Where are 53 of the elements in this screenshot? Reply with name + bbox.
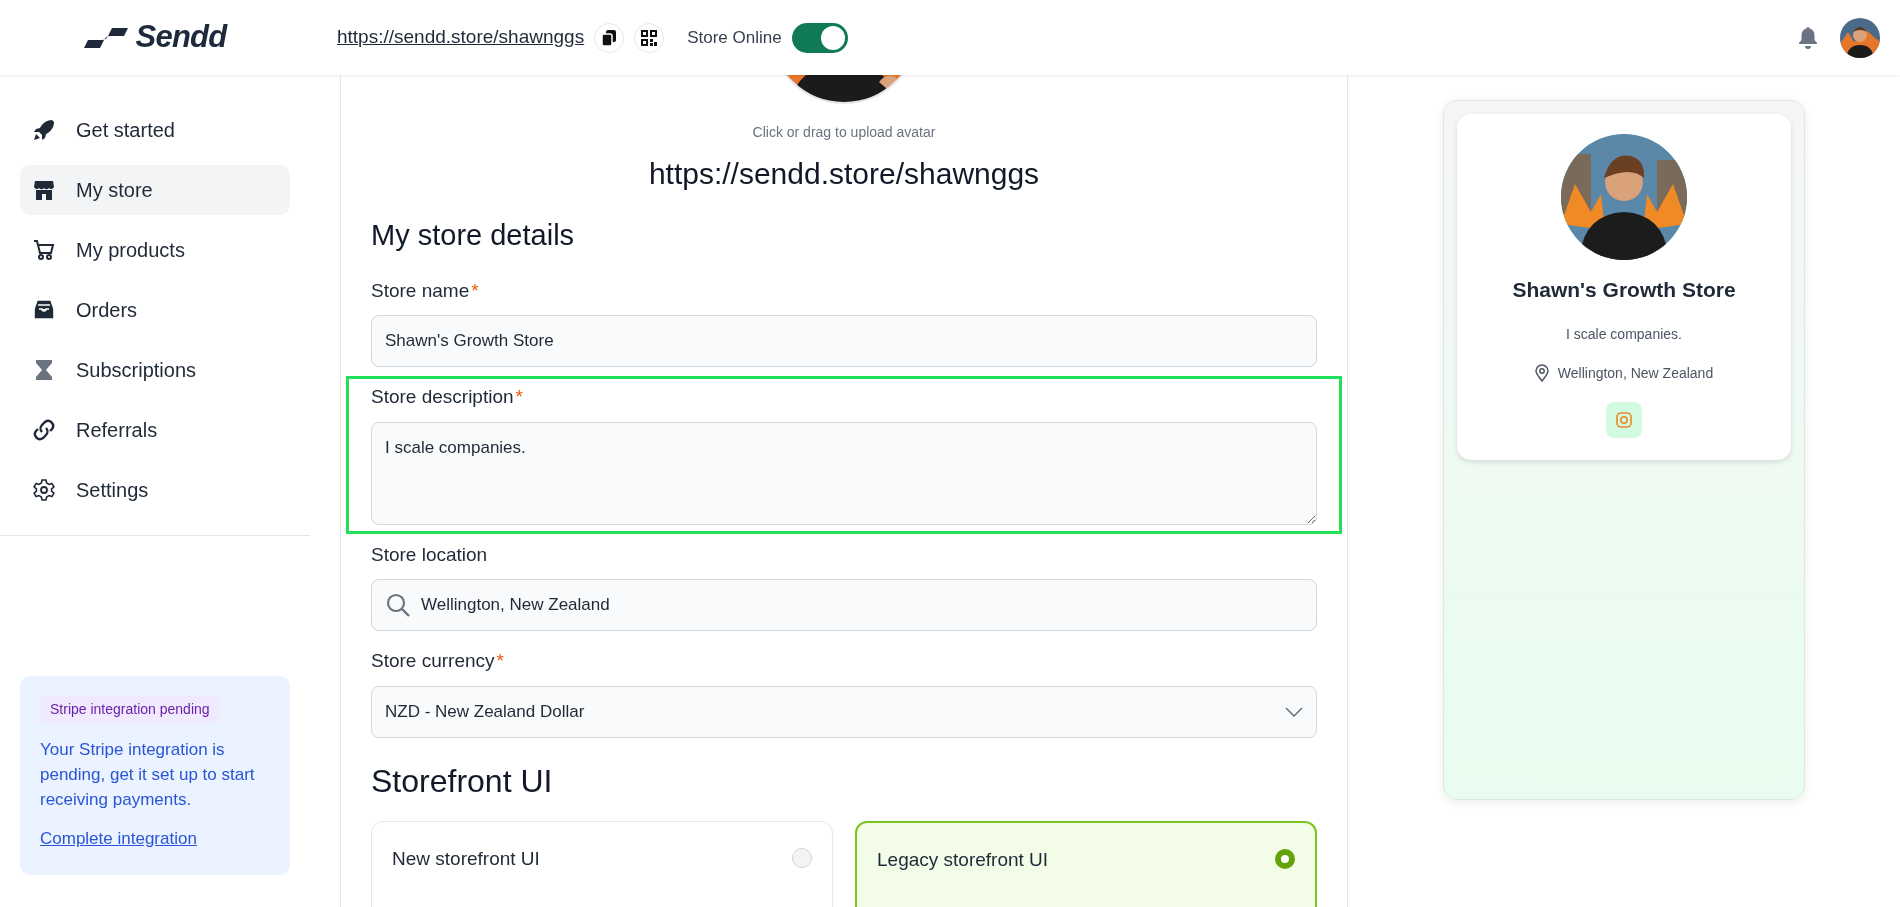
copy-icon bbox=[602, 29, 617, 46]
avatar-hint: Click or drag to upload avatar bbox=[752, 123, 936, 142]
radio-button[interactable] bbox=[1275, 848, 1295, 869]
inbox-icon bbox=[32, 298, 56, 322]
link-icon bbox=[32, 418, 56, 442]
required-mark: * bbox=[515, 385, 523, 409]
complete-integration-link[interactable]: Complete integration bbox=[40, 825, 197, 851]
storefront-option[interactable]: New storefront UI bbox=[371, 820, 833, 907]
location-pin-icon bbox=[1534, 364, 1549, 382]
field-label: Store description bbox=[371, 385, 514, 409]
currency-select[interactable]: NZD - New Zealand Dollar bbox=[371, 685, 1317, 738]
logo-text: Sendd bbox=[135, 18, 227, 57]
store-name-field[interactable]: Shawn's Growth Store bbox=[371, 315, 1317, 367]
store-status-label: Store Online bbox=[687, 26, 782, 49]
nav-item[interactable]: My store bbox=[20, 165, 290, 215]
nav-item[interactable]: Subscriptions bbox=[20, 345, 290, 395]
option-label: New storefront UI bbox=[392, 846, 540, 871]
location-field[interactable]: Wellington, New Zealand bbox=[371, 579, 1317, 631]
store-url-link[interactable]: https://sendd.store/shawnggs bbox=[337, 23, 585, 52]
description-field[interactable]: I scale companies. bbox=[371, 421, 1317, 525]
section-title: Storefront UI bbox=[371, 761, 554, 801]
notice-text: Your Stripe integration is pending, get it set up to start receiving payments. bbox=[40, 738, 256, 811]
nav-item[interactable]: My products bbox=[20, 225, 290, 275]
radio-button[interactable] bbox=[792, 847, 812, 868]
section-title: My store details bbox=[371, 218, 576, 253]
required-mark: * bbox=[496, 649, 504, 673]
bell-icon[interactable] bbox=[1798, 26, 1818, 49]
field-label: Store location bbox=[371, 542, 488, 567]
required-mark: * bbox=[471, 278, 479, 303]
cart-icon bbox=[32, 238, 56, 262]
nav-item[interactable]: Orders bbox=[20, 285, 290, 335]
storefront-option[interactable]: Legacy storefront UI bbox=[855, 820, 1317, 907]
store-location: Wellington, New Zealand bbox=[1557, 363, 1714, 383]
field-label: Store currency bbox=[371, 649, 495, 673]
nav-item[interactable]: Settings bbox=[20, 465, 290, 515]
field-label: Store name bbox=[371, 278, 470, 303]
search-icon bbox=[385, 592, 411, 618]
status-badge: Stripe integration pending bbox=[40, 695, 220, 723]
option-label: Legacy storefront UI bbox=[877, 847, 1049, 872]
storefront-icon bbox=[32, 178, 56, 202]
store-url-heading: https://sendd.store/shawnggs bbox=[648, 156, 1040, 192]
store-description: I scale companies. bbox=[1566, 324, 1682, 344]
instagram-icon bbox=[1616, 411, 1632, 428]
settings-icon bbox=[32, 478, 56, 502]
qr-code-icon bbox=[641, 29, 658, 46]
chevron-down-icon bbox=[1285, 706, 1303, 717]
store-name: Shawn's Growth Store bbox=[1512, 277, 1736, 303]
logo-mark-icon bbox=[83, 27, 128, 48]
rocket-icon bbox=[32, 118, 56, 142]
store-online-toggle[interactable] bbox=[791, 22, 848, 53]
user-avatar[interactable] bbox=[1840, 17, 1880, 58]
nav-item[interactable]: Get started bbox=[20, 105, 290, 155]
nav-item[interactable]: Referrals bbox=[20, 405, 290, 455]
